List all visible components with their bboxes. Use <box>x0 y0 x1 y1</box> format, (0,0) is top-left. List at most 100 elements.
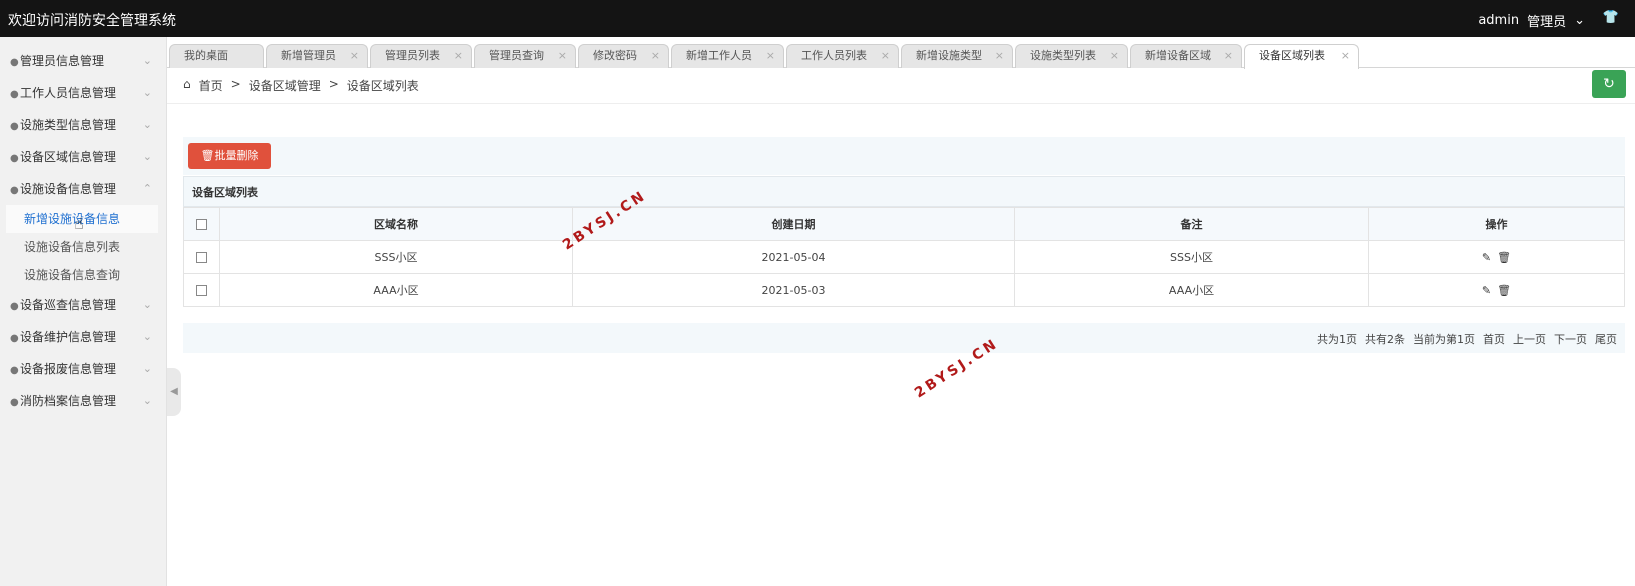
chevron-down-icon: ⌄ <box>142 298 152 311</box>
table-header-row: 区域名称 创建日期 备注 操作 <box>183 207 1625 241</box>
top-bar: 欢迎访问消防安全管理系统 admin 管理员 ⌄ 👕 <box>0 0 1635 37</box>
row-checkbox[interactable] <box>196 285 207 296</box>
sidebar-collapse-handle[interactable]: ◀ <box>167 368 181 416</box>
sidebar-item-area[interactable]: ●设备区域信息管理 ⌄ <box>0 141 166 173</box>
refresh-button[interactable]: ↻ <box>1592 70 1626 98</box>
area-table: 区域名称 创建日期 备注 操作 SSS小区 2021-05-04 SSS小区 ✎… <box>183 207 1625 307</box>
close-icon[interactable]: × <box>1110 45 1119 67</box>
column-header-note: 备注 <box>1014 207 1369 241</box>
row-select-cell <box>183 273 220 307</box>
close-icon[interactable]: × <box>558 45 567 67</box>
cell-name: AAA小区 <box>219 273 573 307</box>
sidebar-item-facility-type[interactable]: ●设施类型信息管理 ⌄ <box>0 109 166 141</box>
user-icon: ● <box>10 397 19 408</box>
trash-icon: 🗑 <box>200 149 215 162</box>
close-icon[interactable]: × <box>651 45 660 67</box>
sidebar: ●管理员信息管理 ⌄ ●工作人员信息管理 ⌄ ●设施类型信息管理 ⌄ ●设备区域信息管… <box>0 37 167 586</box>
column-header-actions: 操作 <box>1368 207 1625 241</box>
batch-delete-button[interactable]: 🗑批量删除 <box>188 143 271 169</box>
table-row: AAA小区 2021-05-03 AAA小区 ✎ 🗑 <box>183 273 1625 307</box>
table-row: SSS小区 2021-05-04 SSS小区 ✎ 🗑 <box>183 240 1625 274</box>
cell-note: AAA小区 <box>1014 273 1369 307</box>
chevron-up-icon: ⌃ <box>142 182 152 195</box>
tab-add-area[interactable]: 新增设备区域 × <box>1130 44 1242 68</box>
delete-icon[interactable]: 🗑 <box>1497 284 1511 297</box>
breadcrumb-separator: > <box>328 77 339 91</box>
chevron-down-icon: ⌄ <box>142 362 152 375</box>
breadcrumb-separator: > <box>230 77 241 91</box>
edit-icon[interactable]: ✎ <box>1482 284 1491 297</box>
tab-area-list[interactable]: 设备区域列表 × <box>1244 44 1359 69</box>
tab-facility-type-list[interactable]: 设施类型列表 × <box>1015 44 1128 68</box>
row-checkbox[interactable] <box>196 252 207 263</box>
user-icon: ● <box>10 333 19 344</box>
pager-total-items: 共有2条 <box>1365 333 1405 346</box>
sidebar-item-scrap[interactable]: ●设备报废信息管理 ⌄ <box>0 353 166 385</box>
close-icon[interactable]: × <box>454 45 463 67</box>
select-all-checkbox[interactable] <box>196 219 207 230</box>
chevron-down-icon: ⌄ <box>142 54 152 67</box>
tab-change-password[interactable]: 修改密码 × <box>578 44 669 68</box>
table-caption: 设备区域列表 <box>183 176 1625 207</box>
breadcrumb-section[interactable]: 设备区域管理 <box>249 77 321 94</box>
cell-date: 2021-05-03 <box>572 273 1015 307</box>
theme-icon[interactable]: 👕 <box>1603 10 1619 25</box>
user-icon: ● <box>10 301 19 312</box>
user-icon: ● <box>10 121 19 132</box>
tab-bar: 我的桌面 新增管理员 × 管理员列表 × 管理员查询 × 修改密码 × 新增工作人员 × … <box>167 44 1635 69</box>
cell-note: SSS小区 <box>1014 240 1369 274</box>
breadcrumb-home[interactable]: 首页 <box>199 77 223 94</box>
refresh-icon: ↻ <box>1603 76 1615 92</box>
tab-staff-list[interactable]: 工作人员列表 × <box>786 44 899 68</box>
pager-first-link[interactable]: 首页 <box>1483 331 1505 347</box>
pagination: 共为1页 共有2条 当前为第1页 首页 上一页 下一页 尾页 <box>183 323 1625 353</box>
chevron-down-icon: ⌄ <box>142 330 152 343</box>
close-icon[interactable]: × <box>350 45 359 67</box>
pager-last-link[interactable]: 尾页 <box>1595 331 1617 347</box>
sidebar-subitem-equipment-query[interactable]: 设施设备信息查询 <box>0 261 166 289</box>
pager-next-link[interactable]: 下一页 <box>1554 331 1587 347</box>
column-header-date: 创建日期 <box>572 207 1015 241</box>
sidebar-item-maintenance[interactable]: ●设备维护信息管理 ⌄ <box>0 321 166 353</box>
sidebar-item-staff[interactable]: ●工作人员信息管理 ⌄ <box>0 77 166 109</box>
cell-date: 2021-05-04 <box>572 240 1015 274</box>
toolbar-panel <box>183 137 1625 175</box>
close-icon[interactable]: × <box>1224 45 1233 67</box>
chevron-down-icon: ⌄ <box>142 394 152 407</box>
delete-icon[interactable]: 🗑 <box>1497 251 1511 264</box>
sidebar-subitem-equipment-list[interactable]: 设施设备信息列表 <box>0 233 166 261</box>
tab-add-facility-type[interactable]: 新增设施类型 × <box>901 44 1013 68</box>
chevron-down-icon: ⌄ <box>1574 13 1585 28</box>
close-icon[interactable]: × <box>995 45 1004 67</box>
tab-add-admin[interactable]: 新增管理员 × <box>266 44 368 68</box>
tab-desktop[interactable]: 我的桌面 <box>169 44 264 68</box>
user-menu[interactable]: admin 管理员 ⌄ <box>1478 11 1585 30</box>
user-icon: ● <box>10 185 19 196</box>
sidebar-item-archive[interactable]: ●消防档案信息管理 ⌄ <box>0 385 166 417</box>
breadcrumb-page: 设备区域列表 <box>346 79 419 93</box>
cell-actions: ✎ 🗑 <box>1368 240 1625 274</box>
tab-admin-list[interactable]: 管理员列表 × <box>370 44 472 68</box>
tab-admin-query[interactable]: 管理员查询 × <box>474 44 576 68</box>
close-icon[interactable]: × <box>1341 45 1350 67</box>
pager-prev-link[interactable]: 上一页 <box>1513 331 1546 347</box>
sidebar-item-admin[interactable]: ●管理员信息管理 ⌄ <box>0 45 166 77</box>
sidebar-item-inspection[interactable]: ●设备巡查信息管理 ⌄ <box>0 289 166 321</box>
breadcrumb: ⌂ 首页 > 设备区域管理 > 设备区域列表 <box>183 77 419 94</box>
column-header-name: 区域名称 <box>219 207 573 241</box>
chevron-down-icon: ⌄ <box>142 118 152 131</box>
close-icon[interactable]: × <box>881 45 890 67</box>
user-icon: ● <box>10 57 19 68</box>
username: admin <box>1478 13 1520 28</box>
user-icon: ● <box>10 153 19 164</box>
tab-add-staff[interactable]: 新增工作人员 × <box>671 44 784 68</box>
home-icon: ⌂ <box>183 77 191 91</box>
pointer-cursor-icon: ☝ <box>74 214 84 233</box>
close-icon[interactable]: × <box>766 45 775 67</box>
sidebar-item-equipment[interactable]: ●设施设备信息管理 ⌃ <box>0 173 166 205</box>
breadcrumb-bar: ⌂ 首页 > 设备区域管理 > 设备区域列表 ↻ <box>167 68 1635 104</box>
user-role: 管理员 <box>1527 15 1567 30</box>
edit-icon[interactable]: ✎ <box>1482 251 1491 264</box>
row-select-cell <box>183 240 220 274</box>
user-icon: ● <box>10 365 19 376</box>
